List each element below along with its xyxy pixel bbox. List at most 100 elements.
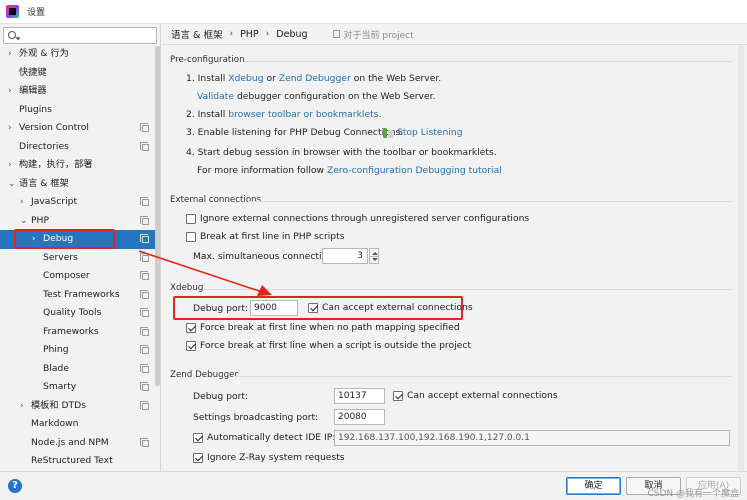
sidebar-item-directories[interactable]: Directories	[0, 138, 155, 157]
xdebug-link[interactable]: Xdebug	[228, 73, 263, 84]
sidebar-item-item-6[interactable]: › 构建，执行，部署	[0, 156, 155, 175]
chevron-right-icon[interactable]: ›	[8, 82, 12, 101]
sidebar-item-php[interactable]: ⌄ PHP	[0, 212, 155, 231]
sidebar-item-label: 编辑器	[19, 85, 47, 96]
window-title: 设置	[27, 8, 46, 18]
max-connections-input[interactable]: 3	[322, 248, 368, 264]
settings-search[interactable]: ▾	[3, 27, 157, 44]
sidebar-item-frameworks[interactable]: Frameworks	[0, 323, 155, 342]
project-settings-icon	[140, 271, 149, 280]
breadcrumb: 语言 & 框架 › PHP › Debug 对于当前 project	[162, 24, 747, 45]
sidebar-item-label: 外观 & 行为	[19, 48, 69, 59]
ok-button[interactable]: 确定	[566, 477, 621, 495]
break-first-line-checkbox[interactable]	[186, 232, 196, 242]
broadcast-port-input[interactable]: 20080	[334, 409, 385, 425]
stop-listening-link[interactable]: Stop Listening	[397, 127, 463, 138]
auto-detect-ip-label: Automatically detect IDE IP:	[207, 432, 336, 443]
browser-toolbar-link[interactable]: browser toolbar or bookmarklets.	[228, 109, 381, 120]
broadcast-port-label: Settings broadcasting port:	[193, 412, 319, 423]
zend-debugger-link[interactable]: Zend Debugger	[279, 73, 351, 84]
ignore-external-checkbox[interactable]	[186, 214, 196, 224]
sidebar-item-label: Markdown	[31, 418, 79, 429]
sidebar-item-version-control[interactable]: › Version Control	[0, 119, 155, 138]
project-settings-icon	[140, 326, 149, 336]
breadcrumb-item-debug: Debug	[276, 28, 308, 40]
auto-detect-ip-checkbox[interactable]	[193, 433, 203, 443]
sidebar-item-label: Directories	[19, 140, 69, 152]
project-settings-icon	[140, 234, 149, 243]
project-settings-icon	[140, 400, 149, 410]
section-divider	[233, 376, 732, 377]
sidebar-item-composer[interactable]: Composer	[0, 267, 155, 286]
chevron-right-icon[interactable]: ›	[20, 193, 24, 212]
project-settings-icon	[140, 215, 149, 225]
step-text: debugger configuration on the Web Server…	[234, 91, 436, 102]
step-install-xdebug: 1. Install Xdebug or Zend Debugger on th…	[186, 73, 441, 84]
project-settings-icon	[140, 252, 149, 262]
debug-settings-panel: Pre-configuration 1. Install Xdebug or Z…	[162, 46, 747, 471]
force-break-outside-checkbox[interactable]	[186, 341, 196, 351]
break-first-line-label: Break at first line in PHP scripts	[200, 231, 345, 242]
search-options-icon[interactable]: ▾	[17, 35, 20, 42]
chevron-right-icon[interactable]: ›	[20, 397, 24, 416]
chevron-right-icon[interactable]: ›	[8, 45, 12, 64]
content-scrollbar[interactable]	[738, 46, 744, 471]
sidebar-item-restructured-text[interactable]: ReStructured Text	[0, 452, 155, 471]
step-text: 2. Install	[186, 109, 229, 120]
spin-up-icon[interactable]	[372, 252, 378, 255]
sidebar-item-node-js-and-npm[interactable]: Node.js and NPM	[0, 434, 155, 453]
sidebar-item-servers[interactable]: Servers	[0, 249, 155, 268]
validate-link[interactable]: Validate	[197, 91, 234, 102]
sidebar-item-phing[interactable]: Phing	[0, 341, 155, 360]
project-settings-icon	[140, 308, 149, 317]
sidebar-item-javascript[interactable]: › JavaScript	[0, 193, 155, 212]
sidebar-item-item-0[interactable]: › 外观 & 行为	[0, 45, 155, 64]
ide-ip-input[interactable]: 192.168.137.100,192.168.190.1,127.0.0.1	[334, 430, 730, 446]
force-break-no-mapping-checkbox[interactable]	[186, 323, 196, 333]
sidebar-item-label: Frameworks	[43, 325, 99, 337]
dialog-footer: ? 确定 取消 应用(A) CSDN @我有一个魔盒	[0, 471, 747, 500]
project-settings-icon	[140, 363, 149, 373]
sidebar-scrollbar[interactable]	[155, 46, 160, 386]
project-settings-icon	[140, 141, 149, 151]
section-title-zend: Zend Debugger	[170, 370, 239, 380]
sidebar-item-plugins[interactable]: Plugins	[0, 101, 155, 120]
section-title-xdebug: Xdebug	[170, 283, 204, 293]
sidebar-item-blade[interactable]: Blade	[0, 360, 155, 379]
sidebar-item-label: ReStructured Text	[31, 455, 113, 466]
sidebar-item-quality-tools[interactable]: Quality Tools	[0, 304, 155, 323]
search-icon	[8, 31, 16, 39]
breadcrumb-separator: ›	[265, 29, 270, 39]
ignore-zray-checkbox[interactable]	[193, 453, 203, 463]
search-input[interactable]	[26, 29, 151, 42]
sidebar-item-label: Quality Tools	[43, 307, 102, 318]
chevron-down-icon[interactable]: ⌄	[8, 175, 16, 194]
step-enable-listening: 3. Enable listening for PHP Debug Connec…	[186, 127, 403, 138]
max-connections-spinner[interactable]	[369, 248, 379, 264]
zend-port-input[interactable]: 10137	[334, 388, 385, 404]
step-validate: Validate debugger configuration on the W…	[197, 91, 436, 102]
section-divider	[204, 289, 732, 290]
project-scope-icon	[332, 30, 340, 38]
sidebar-item-label: 语言 & 框架	[19, 177, 69, 189]
sidebar-item-dtds[interactable]: › 模板和 DTDs	[0, 397, 155, 416]
sidebar-item-test-frameworks[interactable]: Test Frameworks	[0, 286, 155, 305]
chevron-right-icon[interactable]: ›	[8, 156, 12, 175]
spin-down-icon[interactable]	[372, 258, 378, 261]
sidebar-item-label: Servers	[43, 251, 78, 263]
chevron-down-icon[interactable]: ⌄	[20, 212, 28, 231]
chevron-right-icon[interactable]: ›	[8, 119, 12, 138]
sidebar-item-smarty[interactable]: Smarty	[0, 378, 155, 397]
sidebar-item-label: 快捷键	[19, 66, 47, 78]
highlight-box-port	[173, 296, 463, 320]
sidebar-item-item-2[interactable]: › 编辑器	[0, 82, 155, 101]
sidebar-item-item-7[interactable]: ⌄ 语言 & 框架	[0, 175, 155, 194]
step-text: or	[263, 73, 279, 84]
highlight-box-debug	[14, 229, 115, 249]
zero-config-tutorial-link[interactable]: Zero-configuration Debugging tutorial	[327, 165, 502, 176]
sidebar-item-item-1[interactable]: 快捷键	[0, 64, 155, 83]
zend-accept-external-checkbox[interactable]	[393, 391, 403, 401]
help-icon[interactable]: ?	[8, 479, 22, 493]
sidebar-item-label: Blade	[43, 362, 69, 374]
sidebar-item-markdown[interactable]: Markdown	[0, 415, 155, 434]
